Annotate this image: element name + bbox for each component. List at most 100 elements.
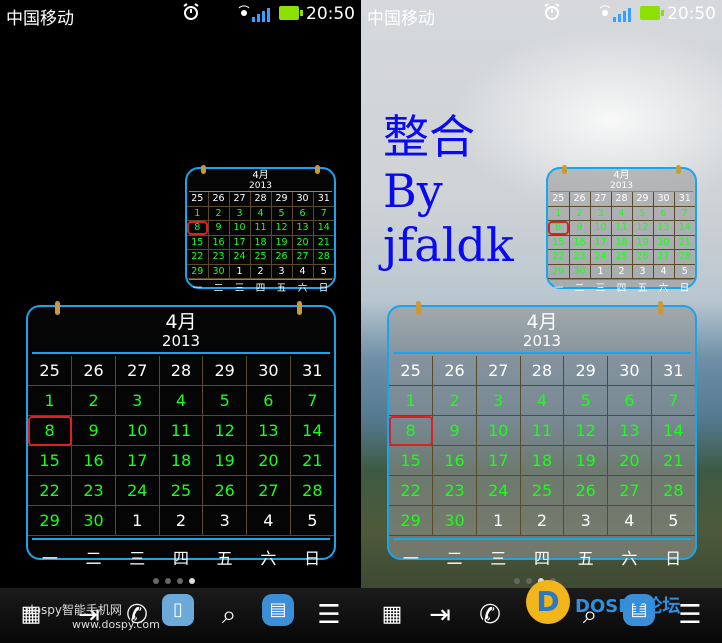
page-indicator[interactable]: [514, 569, 574, 584]
calendar-day[interactable]: 24: [115, 475, 160, 506]
calendar-day[interactable]: 22: [28, 475, 73, 506]
calendar-day[interactable]: 8: [389, 415, 434, 446]
calendar-day[interactable]: 9: [569, 220, 591, 236]
calendar-day[interactable]: 3: [229, 206, 251, 221]
calendar-day[interactable]: 28: [651, 475, 695, 506]
calendar-day[interactable]: 27: [115, 356, 160, 386]
calendar-day[interactable]: 14: [674, 220, 695, 236]
calendar-day[interactable]: 1: [115, 505, 160, 536]
calendar-day[interactable]: 4: [292, 264, 314, 279]
calendar-day[interactable]: 23: [569, 249, 591, 265]
calendar-day[interactable]: 12: [202, 415, 248, 446]
calendar-day[interactable]: 26: [432, 356, 477, 386]
calendar-day[interactable]: 25: [250, 249, 272, 265]
calendar-day[interactable]: 4: [246, 505, 291, 536]
calendar-day[interactable]: 7: [313, 206, 334, 221]
calendar-day[interactable]: 3: [563, 505, 609, 536]
calendar-day[interactable]: 28: [674, 249, 695, 265]
calendar-day[interactable]: 27: [653, 249, 675, 265]
calendar-day[interactable]: 15: [389, 445, 434, 476]
calendar-day[interactable]: 31: [313, 192, 334, 207]
calendar-day[interactable]: 16: [569, 235, 591, 250]
calendar-day[interactable]: 23: [208, 249, 230, 265]
calendar-day[interactable]: 26: [569, 192, 591, 207]
calendar-day[interactable]: 4: [159, 385, 204, 416]
calendar-day[interactable]: 23: [71, 475, 116, 506]
calendar-day[interactable]: 3: [632, 264, 654, 279]
calendar-day[interactable]: 29: [271, 192, 293, 207]
calendar-day[interactable]: 15: [28, 445, 73, 476]
calendar-day[interactable]: 4: [653, 264, 675, 279]
calendar-day[interactable]: 25: [187, 192, 209, 207]
calendar-day[interactable]: 10: [115, 415, 160, 446]
calendar-day[interactable]: 19: [271, 235, 293, 250]
calendar-day[interactable]: 21: [290, 445, 334, 476]
calendar-widget-large[interactable]: 4月 2013 25 26 27 28 29 30 31 1 2 3 4 5 6 7 8 9 10 11 12 13 14…: [387, 301, 697, 568]
calendar-day[interactable]: 4: [250, 206, 272, 221]
calendar-day[interactable]: 6: [607, 385, 652, 416]
menu-icon[interactable]: ☰: [312, 598, 346, 632]
calendar-day[interactable]: 26: [202, 475, 248, 506]
calendar-day[interactable]: 9: [432, 415, 477, 446]
calendar-day[interactable]: 16: [71, 445, 116, 476]
calendar-day[interactable]: 28: [159, 356, 204, 386]
calendar-day[interactable]: 27: [229, 192, 251, 207]
calendar-day[interactable]: 26: [208, 192, 230, 207]
calendar-day[interactable]: 10: [229, 220, 251, 236]
calendar-day[interactable]: 29: [563, 356, 609, 386]
calendar-day[interactable]: 18: [520, 445, 565, 476]
calendar-day[interactable]: 25: [389, 356, 434, 386]
calendar-day[interactable]: 18: [159, 445, 204, 476]
calendar-day[interactable]: 28: [611, 192, 633, 207]
calendar-day[interactable]: 23: [432, 475, 477, 506]
phone-icon[interactable]: ✆: [473, 598, 507, 632]
calendar-day[interactable]: 26: [71, 356, 116, 386]
calendar-day[interactable]: 20: [607, 445, 652, 476]
calendar-day[interactable]: 13: [607, 415, 652, 446]
calendar-day[interactable]: 15: [548, 235, 570, 250]
calendar-day[interactable]: 28: [313, 249, 334, 265]
calendar-day[interactable]: 22: [548, 249, 570, 265]
calendar-day[interactable]: 18: [250, 235, 272, 250]
calendar-day[interactable]: 19: [202, 445, 248, 476]
calendar-day[interactable]: 28: [520, 356, 565, 386]
calendar-day[interactable]: 1: [476, 505, 521, 536]
calendar-day[interactable]: 25: [611, 249, 633, 265]
calendar-day[interactable]: 19: [632, 235, 654, 250]
page-indicator[interactable]: [153, 569, 213, 584]
calendar-day[interactable]: 26: [271, 249, 293, 265]
calendar-day[interactable]: 17: [229, 235, 251, 250]
calendar-day[interactable]: 31: [290, 356, 334, 386]
calendar-day[interactable]: 29: [389, 505, 434, 536]
calendar-widget-small[interactable]: 4月 2013 25 26 27 28 29 30 31 1 2 3 4 5 6 7 8 9 10 11 12 13 14…: [185, 165, 336, 294]
calendar-day[interactable]: 20: [246, 445, 291, 476]
calendar-day[interactable]: 3: [590, 206, 612, 221]
calendar-day[interactable]: 21: [313, 235, 334, 250]
calendar-day[interactable]: 2: [520, 505, 565, 536]
calendar-day[interactable]: 7: [290, 385, 334, 416]
calendar-day[interactable]: 5: [651, 505, 695, 536]
calendar-day[interactable]: 7: [674, 206, 695, 221]
calendar-day[interactable]: 30: [71, 505, 116, 536]
calendar-day[interactable]: 13: [246, 415, 291, 446]
calendar-day[interactable]: 22: [187, 249, 209, 265]
calendar-widget-small[interactable]: 4月 2013 25 26 27 28 29 30 31 1 2 3 4 5 6 7 8 9 10 11 12 13 14…: [546, 165, 697, 294]
calendar-day[interactable]: 5: [674, 264, 695, 279]
calendar-day[interactable]: 21: [674, 235, 695, 250]
calendar-day[interactable]: 8: [187, 220, 209, 236]
calendar-day[interactable]: 5: [563, 385, 609, 416]
calendar-day[interactable]: 11: [520, 415, 565, 446]
calendar-day[interactable]: 12: [563, 415, 609, 446]
calendar-day[interactable]: 24: [590, 249, 612, 265]
calendar-day[interactable]: 5: [202, 385, 248, 416]
calendar-day[interactable]: 28: [250, 192, 272, 207]
calendar-day[interactable]: 1: [590, 264, 612, 279]
calendar-day[interactable]: 29: [632, 192, 654, 207]
calendar-day[interactable]: 18: [611, 235, 633, 250]
calendar-day[interactable]: 11: [159, 415, 204, 446]
calendar-day[interactable]: 3: [202, 505, 248, 536]
switch-icon[interactable]: ⇥: [423, 598, 457, 632]
calendar-widget-large[interactable]: 4月 2013 25 26 27 28 29 30 31 1 2 3 4 5 6 7 8 9 10 11 12 13 14…: [26, 301, 336, 568]
calendar-day[interactable]: 27: [476, 356, 521, 386]
calendar-day[interactable]: 11: [611, 220, 633, 236]
